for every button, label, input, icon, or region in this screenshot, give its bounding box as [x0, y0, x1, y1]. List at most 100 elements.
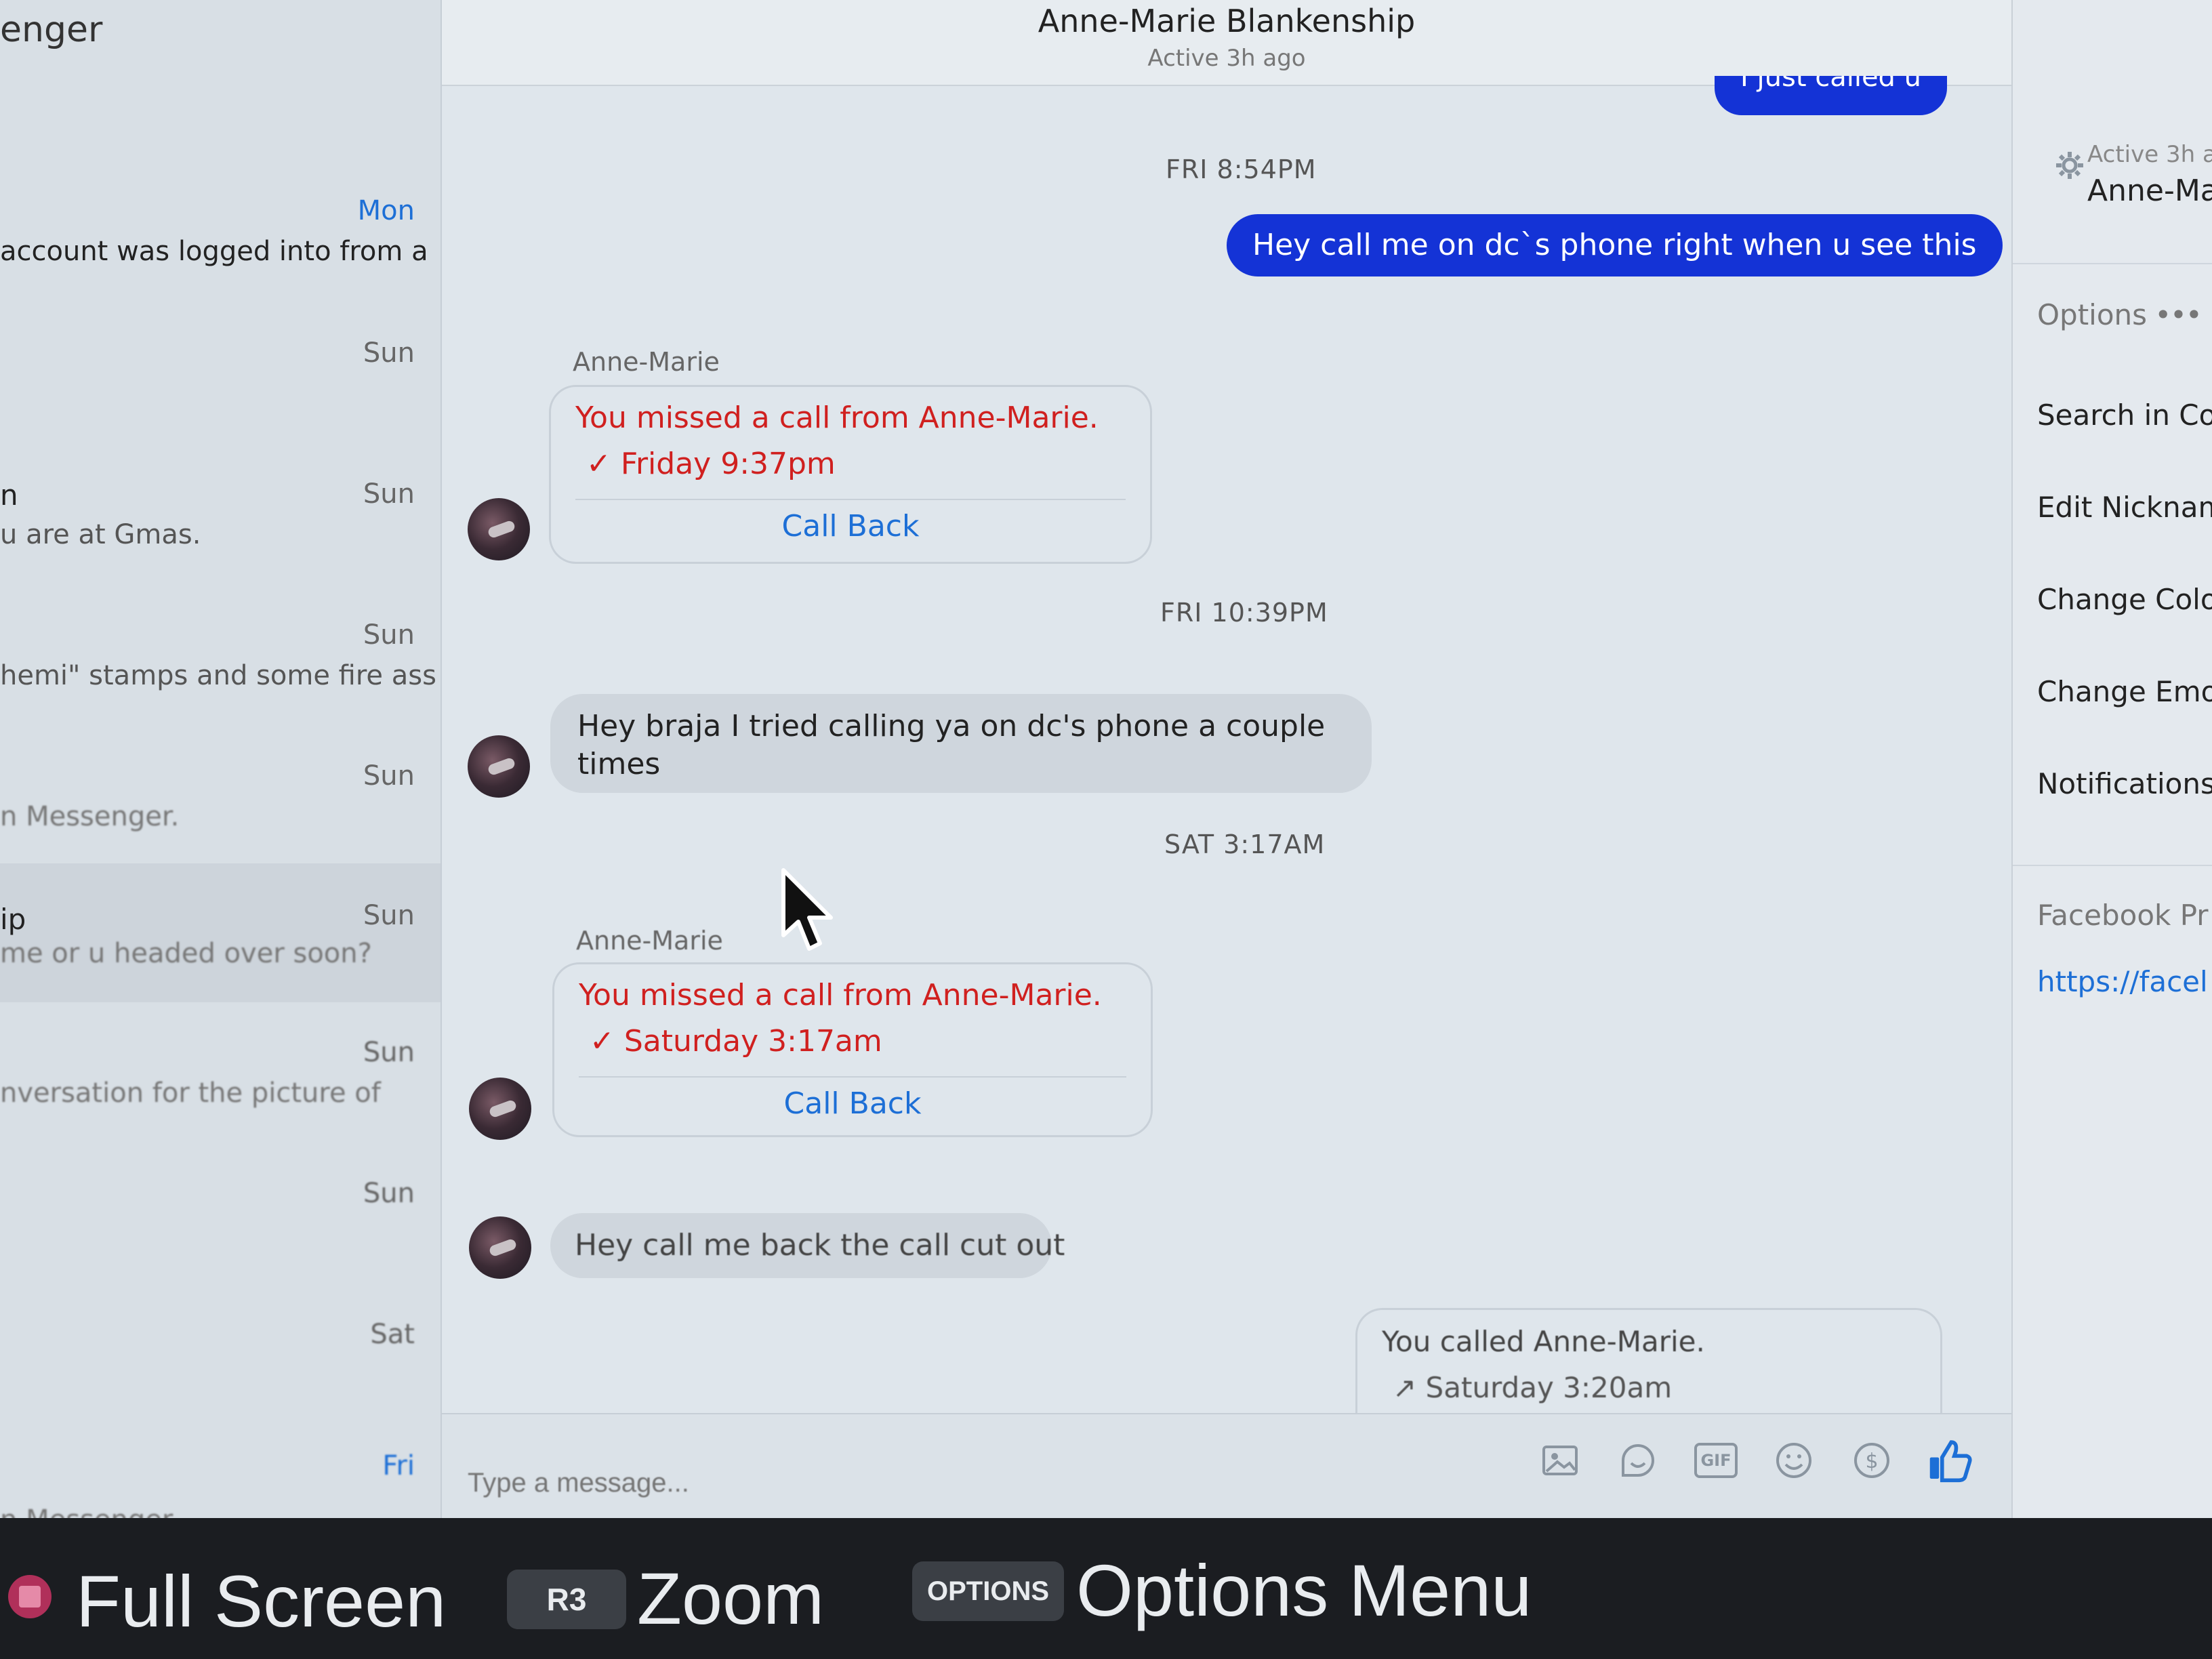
conversation-name: ip	[0, 903, 26, 936]
mouse-cursor-icon	[779, 867, 840, 958]
sender-name: Anne-Marie	[576, 926, 723, 956]
message-bubble-incoming[interactable]: Hey braja I tried calling ya on dc's pho…	[550, 694, 1372, 793]
chat-header: Anne-Marie Blankenship Active 3h ago	[442, 0, 2011, 86]
divider	[579, 1076, 1126, 1078]
divider	[2013, 263, 2212, 264]
missed-call-card: You missed a call from Anne-Marie. ✓ Fri…	[549, 385, 1152, 564]
console-control-bar: Full Screen R3 Zoom OPTIONS Options Menu	[0, 1518, 2212, 1659]
change-color[interactable]: Change Colo	[2037, 583, 2212, 616]
gif-label: GIF	[1694, 1443, 1738, 1478]
missed-call-text: You missed a call from Anne-Marie.	[579, 978, 1102, 1012]
message-input[interactable]	[466, 1467, 1418, 1499]
touchpad-icon	[8, 1575, 52, 1618]
message-text: Hey braja I tried calling ya on dc's pho…	[577, 709, 1326, 743]
conversation-item[interactable]: Sun hemi" stamps and some fire ass	[0, 606, 441, 745]
contact-avatar[interactable]	[469, 1216, 531, 1279]
emoji-icon[interactable]	[1767, 1433, 1821, 1488]
payment-icon[interactable]: $	[1845, 1433, 1899, 1488]
conversation-name: n	[0, 478, 18, 512]
conversation-item[interactable]: Mon account was logged into from a	[0, 182, 441, 321]
conversation-time: Sun	[363, 619, 415, 651]
search-in-conversation[interactable]: Search in Cor	[2037, 398, 2212, 432]
sticker-icon[interactable]	[1611, 1433, 1665, 1488]
conversation-item[interactable]: Sun	[0, 1164, 441, 1303]
message-bubble-outgoing[interactable]: I just called u	[1715, 76, 1948, 115]
missed-call-time: ✓ Friday 9:37pm	[586, 447, 836, 481]
contact-avatar[interactable]	[468, 498, 530, 560]
contact-name: Anne-Ma	[2087, 173, 2212, 208]
notifications[interactable]: Notifications	[2037, 767, 2212, 800]
options-key: OPTIONS	[912, 1561, 1064, 1621]
conversation-item-active[interactable]: ip Sun me or u headed over soon?	[0, 863, 441, 1002]
message-text: Hey call me on dc`s phone right when u s…	[1252, 228, 1977, 262]
missed-call-text: You missed a call from Anne-Marie.	[575, 401, 1099, 435]
timestamp: FRI 8:54PM	[1166, 155, 1317, 184]
outgoing-arrow-icon: ↗	[1393, 1371, 1426, 1404]
conversation-item[interactable]: Sun nversation for the picture of	[0, 1023, 441, 1162]
gif-icon[interactable]: GIF	[1689, 1433, 1743, 1488]
contact-avatar[interactable]	[469, 1078, 531, 1140]
facebook-profile-label: Facebook Pr	[2037, 899, 2209, 932]
svg-text:$: $	[1865, 1450, 1878, 1473]
contact-avatar[interactable]	[468, 735, 530, 798]
outgoing-call-card: You called Anne-Marie. ↗ Saturday 3:20am	[1355, 1308, 1942, 1415]
divider	[2013, 865, 2212, 866]
conversation-item[interactable]: n Sun u are at Gmas.	[0, 465, 441, 604]
contact-name: Anne-Marie Blankenship	[1038, 3, 1416, 39]
outgoing-call-text: You called Anne-Marie.	[1382, 1325, 1705, 1358]
conversation-time: Mon	[357, 195, 415, 226]
image-icon[interactable]	[1533, 1433, 1587, 1488]
conversation-snippet: me or u headed over soon?	[0, 938, 372, 969]
conversation-snippet: n Messenger.	[0, 1504, 441, 1518]
message-bubble-outgoing[interactable]: Hey call me on dc`s phone right when u s…	[1227, 214, 2003, 276]
like-icon[interactable]	[1923, 1433, 1977, 1488]
divider	[575, 499, 1126, 500]
change-emoji[interactable]: Change Emo	[2037, 675, 2212, 708]
conversation-snippet: n Messenger.	[0, 801, 180, 832]
conversation-time: Sun	[363, 478, 415, 510]
fullscreen-label[interactable]: Full Screen	[76, 1559, 446, 1643]
timestamp: SAT 3:17AM	[1164, 830, 1326, 859]
conversation-time: Sun	[363, 1037, 415, 1068]
conversation-item[interactable]: Sat	[0, 1305, 441, 1444]
active-status: Active 3h ago	[1147, 45, 1306, 72]
message-text: times	[577, 747, 661, 781]
message-bubble-incoming[interactable]: Hey call me back the call cut out	[550, 1213, 1065, 1278]
options-menu-label[interactable]: Options Menu	[1076, 1548, 1532, 1633]
missed-call-time: ✓ Saturday 3:17am	[590, 1024, 882, 1059]
active-status: Active 3h a	[2087, 141, 2212, 168]
message-text: Hey call me back the call cut out	[575, 1228, 1065, 1263]
conversation-time: Sun	[363, 900, 415, 931]
conversation-item[interactable]: Sun	[0, 324, 441, 463]
outgoing-call-time: ↗ Saturday 3:20am	[1393, 1371, 1673, 1404]
call-back-button[interactable]: Call Back	[551, 509, 1150, 544]
check-icon: ✓	[586, 447, 621, 481]
app-name: enger	[0, 9, 103, 50]
conversation-snippet: account was logged into from a	[0, 236, 428, 267]
more-icon: •••	[2147, 298, 2202, 331]
conversation-details-panel: Active 3h a Anne-Ma Options ••• Search i…	[2011, 0, 2212, 1518]
missed-call-card: You missed a call from Anne-Marie. ✓ Sat…	[552, 962, 1153, 1137]
gear-icon[interactable]	[2055, 150, 2085, 180]
check-icon: ✓	[590, 1024, 624, 1059]
options-header[interactable]: Options •••	[2037, 298, 2203, 331]
conversation-time: Sun	[363, 1178, 415, 1209]
r3-key: R3	[507, 1570, 626, 1629]
conversation-snippet: nversation for the picture of	[0, 1078, 381, 1109]
sender-name: Anne-Marie	[573, 347, 720, 377]
conversation-time: Sun	[363, 337, 415, 369]
call-back-button[interactable]: Call Back	[554, 1086, 1151, 1121]
conversation-item[interactable]: Fri n Messenger.	[0, 1437, 441, 1518]
conversation-list: enger Mon account was logged into from a…	[0, 0, 442, 1518]
message-composer: GIF $	[442, 1413, 2011, 1519]
zoom-label[interactable]: Zoom	[637, 1556, 824, 1641]
conversation-time: Sat	[370, 1319, 415, 1350]
conversation-time: Sun	[363, 760, 415, 792]
conversation-snippet: u are at Gmas.	[0, 519, 201, 550]
timestamp: FRI 10:39PM	[1160, 598, 1328, 628]
conversation-snippet: hemi" stamps and some fire ass	[0, 660, 436, 691]
conversation-time: Fri	[382, 1450, 415, 1481]
edit-nicknames[interactable]: Edit Nicknam	[2037, 491, 2212, 524]
message-text: I just called u	[1740, 76, 1922, 93]
facebook-profile-link[interactable]: https://facel	[2037, 965, 2208, 998]
